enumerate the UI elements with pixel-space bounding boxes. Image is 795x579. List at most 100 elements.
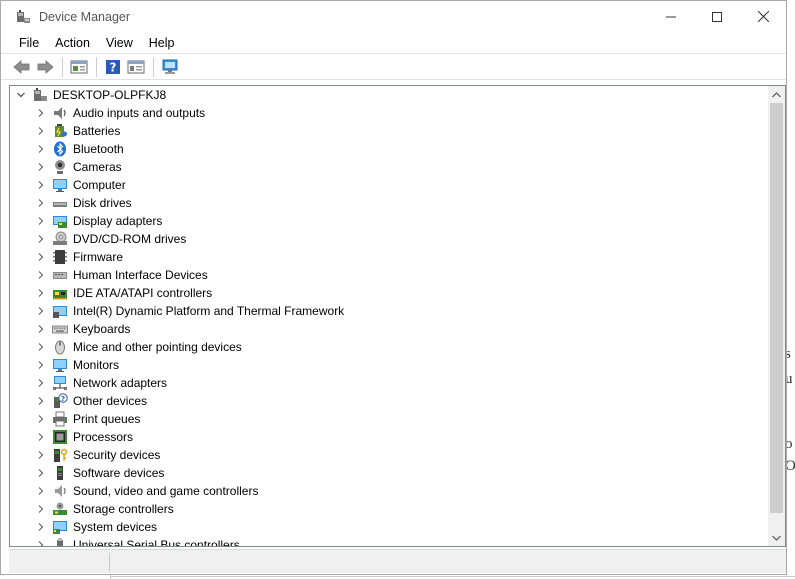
minimize-button[interactable] bbox=[648, 1, 694, 32]
tree-item-label: Intel(R) Dynamic Platform and Thermal Fr… bbox=[73, 304, 345, 318]
tree-item-bluetooth[interactable]: Bluetooth bbox=[36, 140, 124, 158]
chevron-right-icon[interactable] bbox=[36, 162, 46, 172]
tree-item-print-queues[interactable]: Print queues bbox=[36, 410, 140, 428]
chevron-right-icon[interactable] bbox=[36, 360, 46, 370]
tree-item-label: Universal Serial Bus controllers bbox=[73, 538, 240, 546]
tree-item-label: Software devices bbox=[73, 466, 165, 480]
chevron-right-icon[interactable] bbox=[36, 198, 46, 208]
status-bar bbox=[9, 549, 786, 573]
device-tree-view[interactable]: DESKTOP-OLPFKJ8 Audio inputs and outputs… bbox=[9, 85, 786, 547]
tree-item-label: Monitors bbox=[73, 358, 120, 372]
tree-item-computer[interactable]: Computer bbox=[36, 176, 126, 194]
chevron-right-icon[interactable] bbox=[36, 144, 46, 154]
status-bar-separator bbox=[109, 553, 110, 571]
tree-item-system-devices[interactable]: System devices bbox=[36, 518, 157, 536]
device-manager-icon bbox=[17, 9, 30, 23]
chevron-right-icon[interactable] bbox=[36, 126, 46, 136]
chevron-right-icon[interactable] bbox=[36, 252, 46, 262]
chevron-right-icon[interactable] bbox=[36, 234, 46, 244]
sound-controller-icon bbox=[55, 485, 66, 497]
help-icon: ? bbox=[106, 59, 120, 74]
menu-view[interactable]: View bbox=[98, 36, 141, 50]
tree-item-batteries[interactable]: Batteries bbox=[36, 122, 120, 140]
tree-item-label: Audio inputs and outputs bbox=[73, 106, 206, 120]
scroll-down-button[interactable] bbox=[768, 529, 785, 546]
chevron-right-icon[interactable] bbox=[36, 216, 46, 226]
help-button[interactable]: ? bbox=[102, 56, 124, 78]
tree-item-dvd-cd-rom-drives[interactable]: DVD/CD-ROM drives bbox=[36, 230, 186, 248]
tree-item-human-interface-devices[interactable]: Human Interface Devices bbox=[36, 266, 208, 284]
tree-item-audio-inputs-and-outputs[interactable]: Audio inputs and outputs bbox=[36, 104, 205, 122]
tree-item-display-adapters[interactable]: Display adapters bbox=[36, 212, 162, 230]
minimize-icon bbox=[666, 16, 676, 17]
chevron-right-icon[interactable] bbox=[36, 432, 46, 442]
back-button[interactable] bbox=[11, 56, 33, 78]
chevron-up-icon bbox=[772, 91, 781, 97]
close-button[interactable] bbox=[740, 1, 786, 32]
device-tree: DESKTOP-OLPFKJ8 Audio inputs and outputs… bbox=[10, 86, 770, 546]
chevron-right-icon[interactable] bbox=[36, 342, 46, 352]
tree-item-storage-controllers[interactable]: Storage controllers bbox=[36, 500, 174, 518]
tree-item-ide-ata-atapi-controllers[interactable]: IDE ATA/ATAPI controllers bbox=[36, 284, 212, 302]
computer-root-icon bbox=[34, 88, 47, 101]
tree-item-processors[interactable]: Processors bbox=[36, 428, 133, 446]
hid-icon bbox=[53, 272, 67, 279]
menu-file[interactable]: File bbox=[11, 36, 47, 50]
vertical-scrollbar[interactable] bbox=[768, 86, 785, 546]
tree-item-cameras[interactable]: Cameras bbox=[36, 158, 122, 176]
chevron-right-icon[interactable] bbox=[36, 540, 46, 546]
tree-item-monitors[interactable]: Monitors bbox=[36, 356, 119, 374]
menu-action[interactable]: Action bbox=[47, 36, 98, 50]
properties-button[interactable] bbox=[125, 56, 147, 78]
tree-item-universal-serial-bus-controllers[interactable]: Universal Serial Bus controllers bbox=[36, 536, 240, 546]
tree-root[interactable]: DESKTOP-OLPFKJ8 bbox=[16, 86, 166, 104]
scroll-up-button[interactable] bbox=[768, 86, 785, 103]
show-hide-console-tree-button[interactable] bbox=[68, 56, 90, 78]
chevron-down-icon bbox=[772, 535, 781, 541]
chevron-right-icon[interactable] bbox=[36, 504, 46, 514]
tree-item-label: Print queues bbox=[73, 412, 141, 426]
tree-item-firmware[interactable]: Firmware bbox=[36, 248, 123, 266]
tree-item-disk-drives[interactable]: Disk drives bbox=[36, 194, 132, 212]
chevron-down-icon[interactable] bbox=[16, 90, 26, 100]
close-icon bbox=[757, 11, 769, 22]
chevron-right-icon[interactable] bbox=[36, 378, 46, 388]
tree-item-network-adapters[interactable]: Network adapters bbox=[36, 374, 167, 392]
forward-button[interactable] bbox=[34, 56, 56, 78]
scan-hardware-icon bbox=[162, 59, 178, 74]
chevron-right-icon[interactable] bbox=[36, 450, 46, 460]
toolbar-separator bbox=[62, 56, 63, 77]
tree-item-intel-dynamic-platform-and-thermal-framework[interactable]: Intel(R) Dynamic Platform and Thermal Fr… bbox=[36, 302, 344, 320]
chevron-right-icon[interactable] bbox=[36, 486, 46, 496]
chevron-right-icon[interactable] bbox=[36, 468, 46, 478]
tree-item-security-devices[interactable]: Security devices bbox=[36, 446, 160, 464]
tree-item-other-devices[interactable]: ? Other devices bbox=[36, 392, 147, 410]
chevron-right-icon[interactable] bbox=[36, 108, 46, 118]
tree-item-label: Other devices bbox=[73, 394, 148, 408]
chevron-right-icon[interactable] bbox=[36, 270, 46, 280]
scan-hardware-button[interactable] bbox=[159, 56, 181, 78]
title-bar[interactable]: Device Manager bbox=[1, 1, 786, 32]
maximize-button[interactable] bbox=[694, 1, 740, 32]
chevron-right-icon[interactable] bbox=[36, 396, 46, 406]
properties-icon bbox=[127, 60, 145, 73]
tree-item-software-devices[interactable]: Software devices bbox=[36, 464, 164, 482]
tree-item-sound-video-and-game-controllers[interactable]: Sound, video and game controllers bbox=[36, 482, 258, 500]
tree-item-label: DVD/CD-ROM drives bbox=[73, 232, 187, 246]
back-icon bbox=[13, 59, 30, 74]
chevron-right-icon[interactable] bbox=[36, 324, 46, 334]
chevron-right-icon[interactable] bbox=[36, 180, 46, 190]
tree-item-label: Computer bbox=[73, 178, 126, 192]
menu-help[interactable]: Help bbox=[141, 36, 183, 50]
security-device-icon bbox=[54, 448, 68, 462]
chevron-right-icon[interactable] bbox=[36, 414, 46, 424]
tree-item-mice-and-other-pointing-devices[interactable]: Mice and other pointing devices bbox=[36, 338, 242, 356]
network-adapter-icon bbox=[53, 376, 67, 390]
chevron-right-icon[interactable] bbox=[36, 288, 46, 298]
scrollbar-thumb[interactable] bbox=[770, 103, 783, 513]
tree-item-keyboards[interactable]: Keyboards bbox=[36, 320, 130, 338]
tree-item-label: Processors bbox=[73, 430, 134, 444]
chevron-right-icon[interactable] bbox=[36, 522, 46, 532]
chevron-right-icon[interactable] bbox=[36, 306, 46, 316]
tree-item-label: Bluetooth bbox=[73, 142, 124, 156]
